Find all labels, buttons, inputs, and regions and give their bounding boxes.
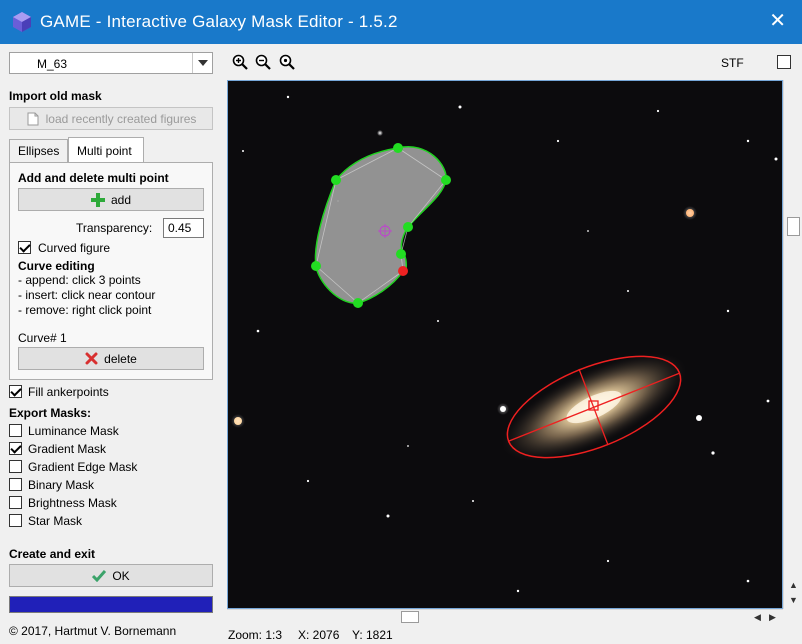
star-mask-label: Star Mask: [28, 514, 83, 528]
curved-figure-label: Curved figure: [38, 241, 111, 255]
gradient-edge-mask-label: Gradient Edge Mask: [28, 460, 138, 474]
import-heading: Import old mask: [9, 89, 102, 103]
export-masks-heading: Export Masks:: [9, 406, 92, 420]
add-button[interactable]: add: [18, 188, 204, 211]
zoom-in-icon[interactable]: [232, 54, 248, 70]
delete-button[interactable]: delete: [18, 347, 204, 370]
gradient-mask-checkbox[interactable]: [9, 442, 22, 455]
title-bar: GAME - Interactive Galaxy Mask Editor - …: [0, 0, 802, 44]
curved-figure-checkbox[interactable]: [18, 241, 31, 254]
anchor-point[interactable]: [403, 222, 413, 232]
fill-ankerpoints-checkbox[interactable]: [9, 385, 22, 398]
create-exit-heading: Create and exit: [9, 547, 96, 561]
x-coordinate-readout: X: 2076: [298, 628, 340, 642]
vertical-scroll-thumb[interactable]: [787, 217, 800, 236]
close-icon[interactable]: ✕: [769, 10, 786, 32]
curve-editing-heading: Curve editing: [18, 259, 95, 273]
scroll-up-icon[interactable]: ▲: [789, 580, 798, 590]
brightness-mask-label: Brightness Mask: [28, 496, 117, 510]
checkmark-icon: [92, 569, 107, 582]
curve-editing-line: - append: click 3 points: [18, 273, 141, 287]
anchor-point[interactable]: [331, 175, 341, 185]
binary-mask-checkbox[interactable]: [9, 478, 22, 491]
stf-checkbox[interactable]: [777, 55, 791, 69]
anchor-point[interactable]: [393, 143, 403, 153]
luminance-mask-checkbox[interactable]: [9, 424, 22, 437]
tab-multi-point[interactable]: Multi point: [68, 137, 144, 163]
app-logo-icon: [13, 12, 31, 32]
tab-ellipses-label: Ellipses: [18, 144, 60, 158]
gradient-mask-label: Gradient Mask: [28, 442, 107, 456]
star-mask-checkbox[interactable]: [9, 514, 22, 527]
image-toolbar: STF: [224, 44, 802, 80]
y-coordinate-readout: Y: 1821: [352, 628, 393, 642]
multi-point-heading: Add and delete multi point: [18, 171, 169, 185]
load-figures-button[interactable]: load recently created figures: [9, 107, 213, 130]
tab-multi-point-label: Multi point: [77, 144, 132, 158]
window-title: GAME - Interactive Galaxy Mask Editor - …: [40, 12, 398, 31]
load-figures-label: load recently created figures: [45, 111, 197, 126]
scroll-down-icon[interactable]: ▼: [789, 595, 798, 605]
galaxy-image[interactable]: [228, 81, 783, 609]
transparency-label: Transparency:: [76, 221, 153, 235]
plus-icon: [90, 192, 105, 207]
ok-button[interactable]: OK: [9, 564, 213, 587]
anchor-point[interactable]: [311, 261, 321, 271]
scroll-left-icon[interactable]: ◀: [754, 612, 761, 623]
image-select-value: M_63: [37, 57, 68, 71]
delete-x-icon: [85, 352, 98, 365]
progress-bar: [9, 596, 213, 613]
vertical-scrollbar[interactable]: ▲ ▼: [783, 80, 802, 609]
image-select[interactable]: M_63: [9, 52, 213, 74]
document-icon: [27, 112, 39, 125]
left-panel: M_63 Import old mask load recently creat…: [0, 44, 224, 644]
horizontal-scrollbar[interactable]: ◀ ▶: [227, 609, 783, 624]
fill-ankerpoints-label: Fill ankerpoints: [28, 385, 109, 399]
gradient-edge-mask-checkbox[interactable]: [9, 460, 22, 473]
curve-editing-line: - insert: click near contour: [18, 288, 156, 302]
transparency-input[interactable]: 0.45: [163, 218, 204, 238]
chevron-down-icon[interactable]: [192, 53, 212, 73]
image-viewport[interactable]: [227, 80, 783, 609]
scroll-right-icon[interactable]: ▶: [769, 612, 776, 623]
selected-anchor-point[interactable]: [398, 266, 408, 276]
multi-point-panel: Add and delete multi point add Transpare…: [9, 162, 213, 380]
stf-label: STF: [721, 56, 744, 70]
copyright-text: © 2017, Hartmut V. Bornemann: [9, 624, 177, 638]
curve-editing-line: - remove: right click point: [18, 303, 152, 317]
ok-button-label: OK: [112, 568, 130, 583]
anchor-point[interactable]: [396, 249, 406, 259]
anchor-point[interactable]: [441, 175, 451, 185]
add-button-label: add: [110, 192, 132, 207]
binary-mask-label: Binary Mask: [28, 478, 95, 492]
status-bar: Zoom: 1:3 X: 2076 Y: 1821: [224, 626, 802, 644]
zoom-fit-icon[interactable]: [279, 54, 295, 70]
delete-button-label: delete: [104, 351, 137, 366]
zoom-out-icon[interactable]: [255, 54, 271, 70]
tab-ellipses[interactable]: Ellipses: [9, 139, 68, 163]
curve-number: Curve# 1: [18, 331, 67, 345]
luminance-mask-label: Luminance Mask: [28, 424, 119, 438]
zoom-readout: Zoom: 1:3: [228, 628, 283, 642]
anchor-point[interactable]: [353, 298, 363, 308]
brightness-mask-checkbox[interactable]: [9, 496, 22, 509]
horizontal-scroll-thumb[interactable]: [401, 611, 419, 623]
